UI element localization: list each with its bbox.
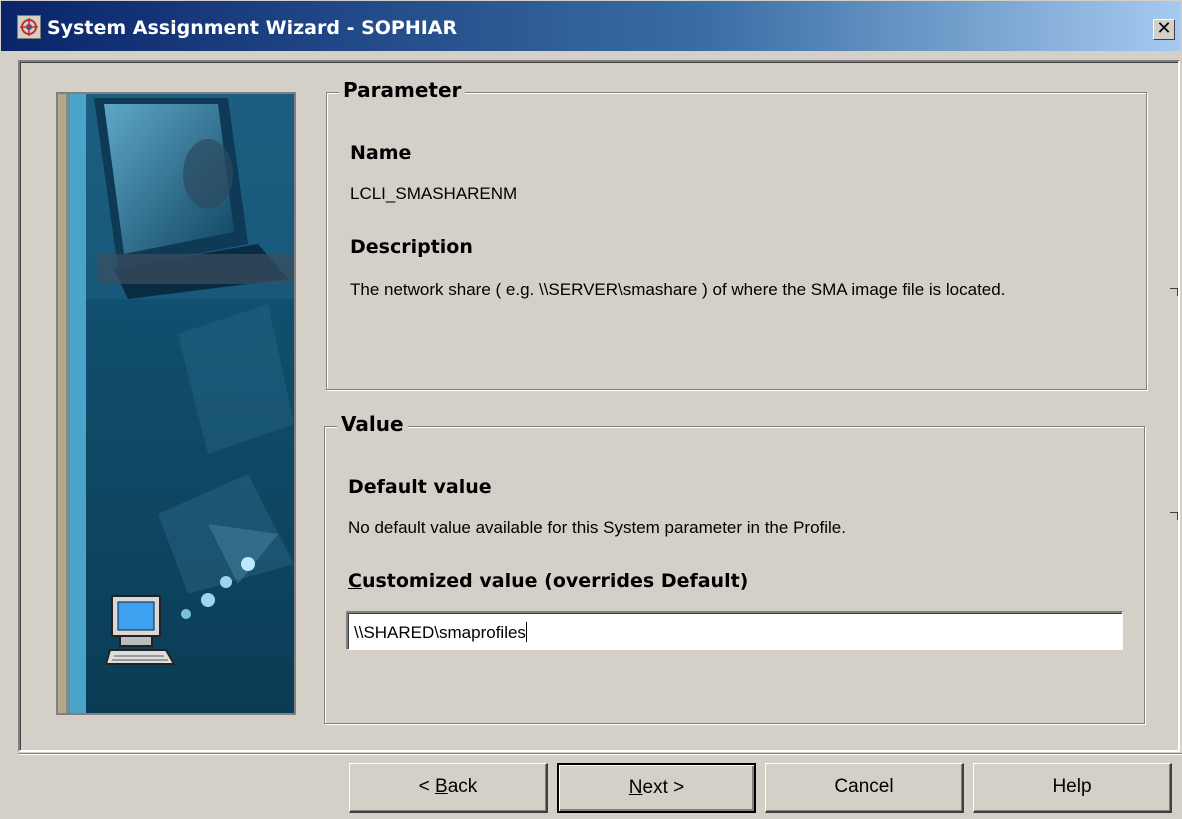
computer-illustration	[56, 92, 296, 715]
text-caret	[525, 622, 527, 642]
desktop-computer-icon	[106, 595, 176, 665]
help-button[interactable]: Help	[973, 763, 1172, 813]
parameter-name: LCLI_SMASHARENM	[350, 184, 518, 203]
cancel-button[interactable]: Cancel	[765, 763, 964, 813]
default-value-heading: Default value	[348, 476, 492, 498]
back-button[interactable]: < Back	[349, 763, 548, 813]
close-button[interactable]: ✕	[1153, 19, 1175, 40]
parameter-group-label: Parameter	[339, 78, 466, 102]
help-label: Help	[1052, 776, 1092, 797]
customized-value-text: \\SHARED\smaprofiles	[354, 623, 526, 642]
customized-label-rest: ustomized value (overrides Default)	[361, 570, 749, 592]
customized-accel: C	[348, 570, 362, 592]
back-label: ack	[447, 776, 478, 797]
wizard-app-icon	[17, 15, 41, 39]
close-icon: ✕	[1156, 18, 1172, 39]
next-accel: N	[628, 777, 643, 798]
name-heading: Name	[350, 142, 412, 164]
back-accel: B	[435, 776, 448, 797]
default-value-text: No default value available for this Syst…	[348, 518, 846, 537]
next-label: ext >	[642, 777, 685, 798]
title-bar: System Assignment Wizard - SOPHIAR ✕	[0, 0, 1182, 52]
resize-nub	[1170, 288, 1178, 296]
customized-value-input[interactable]: \\SHARED\smaprofiles	[346, 611, 1123, 650]
button-separator	[18, 753, 1182, 755]
resize-nub	[1170, 512, 1178, 520]
value-group-label: Value	[337, 412, 408, 436]
window-title: System Assignment Wizard - SOPHIAR	[47, 17, 458, 39]
parameter-description: The network share ( e.g. \\SERVER\smasha…	[350, 280, 1006, 299]
back-prefix: <	[418, 776, 436, 797]
cancel-label: Cancel	[834, 776, 894, 797]
next-button[interactable]: Next >	[557, 763, 756, 813]
customized-value-label: Customized value (overrides Default)	[348, 570, 748, 592]
description-heading: Description	[350, 236, 473, 258]
